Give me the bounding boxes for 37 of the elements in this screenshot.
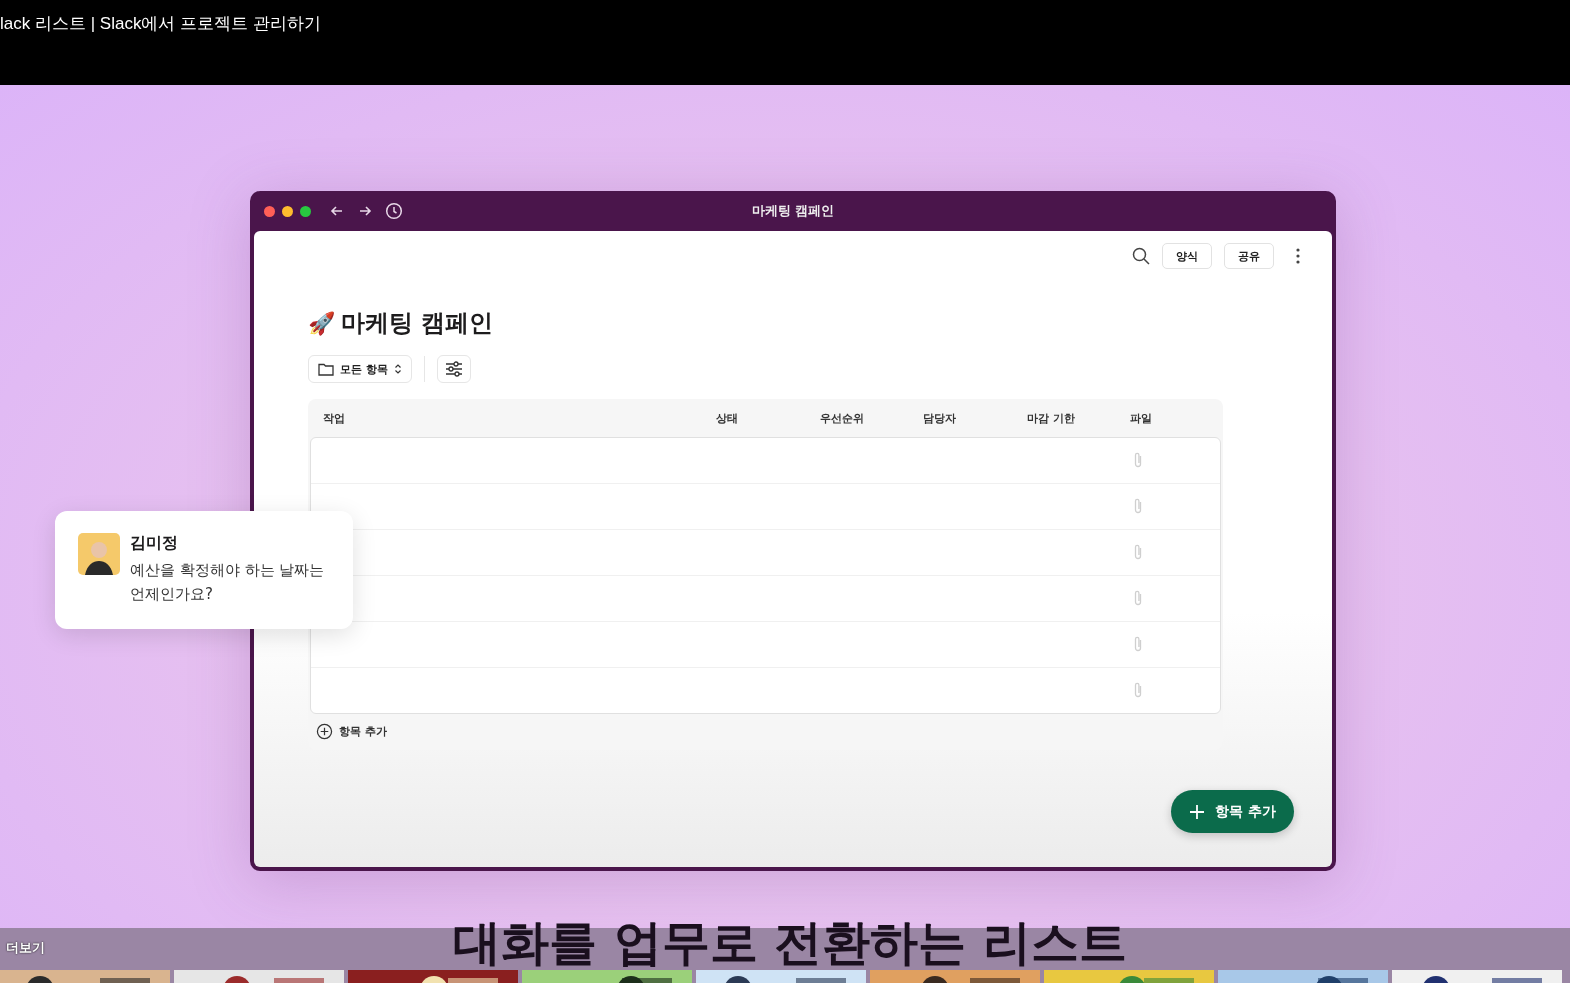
column-header[interactable]: 작업 (310, 410, 716, 426)
more-options-icon[interactable] (1296, 248, 1300, 264)
add-item-link[interactable]: 항목 추가 (310, 714, 393, 746)
paperclip-icon[interactable] (1133, 543, 1143, 561)
paperclip-icon[interactable] (1133, 681, 1143, 699)
sliders-icon (444, 361, 463, 377)
sender-name: 김미정 (130, 533, 179, 554)
list-title: 마케팅 캠페인 (341, 308, 494, 339)
toolbar-button[interactable]: 양식 (1162, 243, 1212, 269)
paperclip-icon[interactable] (1133, 451, 1143, 469)
filter-button[interactable] (436, 355, 471, 383)
paperclip-icon[interactable] (1133, 635, 1143, 653)
column-header[interactable]: 우선순위 (820, 410, 923, 426)
video-caption: 대화를 업무로 전환하는 리스트 (452, 918, 1128, 966)
minimize-window-icon[interactable] (282, 205, 293, 217)
avatar-icon (78, 533, 120, 575)
close-window-icon[interactable] (264, 205, 275, 217)
history-clock-icon[interactable] (385, 202, 403, 220)
paperclip-icon[interactable] (1133, 589, 1143, 607)
column-header[interactable]: 상태 (716, 410, 820, 426)
column-header[interactable]: 마감 기한 (1027, 410, 1130, 426)
window-title: 마케팅 캠페인 (751, 202, 835, 220)
search-icon[interactable] (1132, 247, 1150, 265)
column-header[interactable]: 파일 (1130, 410, 1221, 426)
sort-caret-icon (393, 363, 402, 375)
zoom-window-icon[interactable] (300, 205, 311, 217)
message-text: 예산을 확정해야 하는 날짜는 언제인가요? (130, 560, 326, 605)
folder-icon (318, 362, 334, 376)
column-header[interactable]: 담당자 (923, 410, 1027, 426)
plus-circle-icon (316, 723, 333, 740)
toolbar-button[interactable]: 공유 (1224, 243, 1274, 269)
rocket-emoji: 🚀 (308, 310, 335, 336)
add-item-button[interactable]: 항목 추가 (1171, 790, 1294, 833)
video-title: lack 리스트 | Slack에서 프로젝트 관리하기 (0, 14, 321, 33)
paperclip-icon[interactable] (1133, 497, 1143, 515)
view-selector[interactable]: 모든 항목 (308, 355, 412, 383)
plus-icon (1189, 803, 1206, 820)
